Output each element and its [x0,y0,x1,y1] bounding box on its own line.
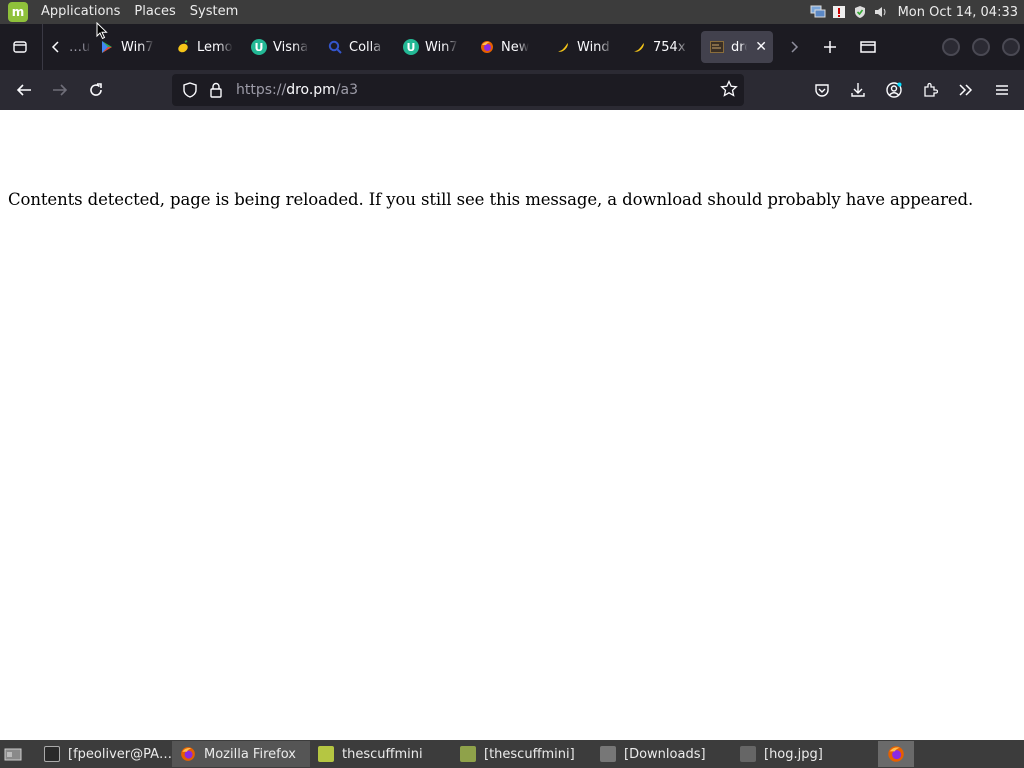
list-all-tabs-button[interactable] [849,31,887,63]
search-q-icon [327,39,343,55]
tab-visna[interactable]: U Visna [243,31,319,63]
downloads-button[interactable] [840,74,876,106]
close-window-button[interactable] [1002,38,1020,56]
tab-win7[interactable]: U Win7 [395,31,471,63]
show-desktop-icon [4,748,22,761]
page-icon [709,39,725,55]
u-icon: U [403,39,419,55]
firefox-launcher-button[interactable] [878,741,914,767]
chevron-right-icon [791,41,799,53]
pocket-icon [815,84,829,97]
chevron-left-icon [51,41,59,53]
back-arrow-icon [16,84,31,96]
reload-button[interactable] [78,74,114,106]
applications-menu[interactable]: Applications [34,0,127,24]
new-tab-button[interactable] [811,31,849,63]
nav-toolbar: https://dro.pm/a3 [0,70,1024,110]
reload-icon [90,83,102,96]
scroll-tabs-right-button[interactable] [777,31,811,63]
top-menu: Applications Places System [34,0,245,24]
u-icon: U [251,39,267,55]
close-tab-icon[interactable]: ✕ [755,39,767,55]
url-text[interactable]: https://dro.pm/a3 [236,82,358,98]
overflow-menu-button[interactable] [948,74,984,106]
mouse-cursor-icon [96,22,108,40]
task-firefox[interactable]: Mozilla Firefox [172,741,310,767]
terminal-icon [44,746,60,762]
double-chevron-icon [959,84,973,96]
account-icon [886,82,902,98]
tab-wind[interactable]: Wind [547,31,623,63]
forward-button[interactable] [42,74,78,106]
taskbar: [fpeoliver@PA… Mozilla Firefox thescuffm… [0,740,1024,768]
task-hog-jpg[interactable]: [hog.jpg] [732,741,862,767]
bookmark-star-icon[interactable] [720,79,738,102]
tab-list-icon [860,41,876,53]
task-thescuffmini-bracket[interactable]: [thescuffmini] [452,741,592,767]
clock[interactable]: Mon Oct 14, 04:33 [894,5,1024,20]
scroll-tabs-left-button[interactable] [43,31,69,63]
show-desktop-button[interactable] [0,740,26,768]
lock-icon[interactable] [206,80,226,100]
banana-icon [555,39,571,55]
plus-icon [824,41,836,53]
volume-icon[interactable] [873,4,889,20]
minimize-window-button[interactable] [942,38,960,56]
reload-message: Contents detected, page is being reloade… [8,190,974,209]
image-file-icon [740,746,756,762]
forward-arrow-icon [53,84,68,96]
maximize-window-button[interactable] [972,38,990,56]
tab-new[interactable]: New [471,31,547,63]
extensions-button[interactable] [912,74,948,106]
google-play-icon [99,39,115,55]
firefox-view-button[interactable] [4,31,36,63]
firefox-icon [888,746,904,762]
pocket-button[interactable] [804,74,840,106]
system-tray: Mon Oct 14, 04:33 [810,0,1024,24]
puzzle-icon [924,82,938,97]
update-alert-icon[interactable] [831,4,847,20]
shield-icon[interactable] [852,4,868,20]
firefox-icon [479,39,495,55]
image-viewer-icon [318,746,334,762]
firefox-icon [180,746,196,762]
mint-menu-icon[interactable]: m [8,2,28,22]
image-viewer-icon [460,746,476,762]
url-bar[interactable]: https://dro.pm/a3 [172,74,744,106]
hamburger-menu-icon [996,85,1008,95]
task-terminal[interactable]: [fpeoliver@PA… [36,741,172,767]
tab-colla[interactable]: Colla [319,31,395,63]
lemon-icon [175,39,191,55]
tab-dro-active[interactable]: dro ✕ [701,31,773,63]
task-downloads[interactable]: [Downloads] [592,741,732,767]
network-icon[interactable] [810,4,826,20]
download-icon [851,83,865,97]
tab-strip: …u Win7 Lemo U Visna Colla U Win7 New Wi… [0,24,1024,70]
account-button[interactable] [876,74,912,106]
tab-lemon[interactable]: Lemo [167,31,243,63]
places-menu[interactable]: Places [127,0,182,24]
app-menu-button[interactable] [984,74,1020,106]
firefox-view-icon [13,41,27,53]
nav-right-buttons [804,74,1020,106]
tab-754x[interactable]: 754x [623,31,699,63]
tracking-protection-shield-icon[interactable] [180,80,200,100]
banana-icon [631,39,647,55]
folder-icon [600,746,616,762]
top-panel: m Applications Places System Mon Oct 14,… [0,0,1024,24]
back-button[interactable] [6,74,42,106]
system-menu[interactable]: System [183,0,245,24]
tab-partial[interactable]: …u [69,31,91,63]
task-thescuffmini[interactable]: thescuffmini [310,741,452,767]
page-content: Contents detected, page is being reloade… [0,110,1024,740]
